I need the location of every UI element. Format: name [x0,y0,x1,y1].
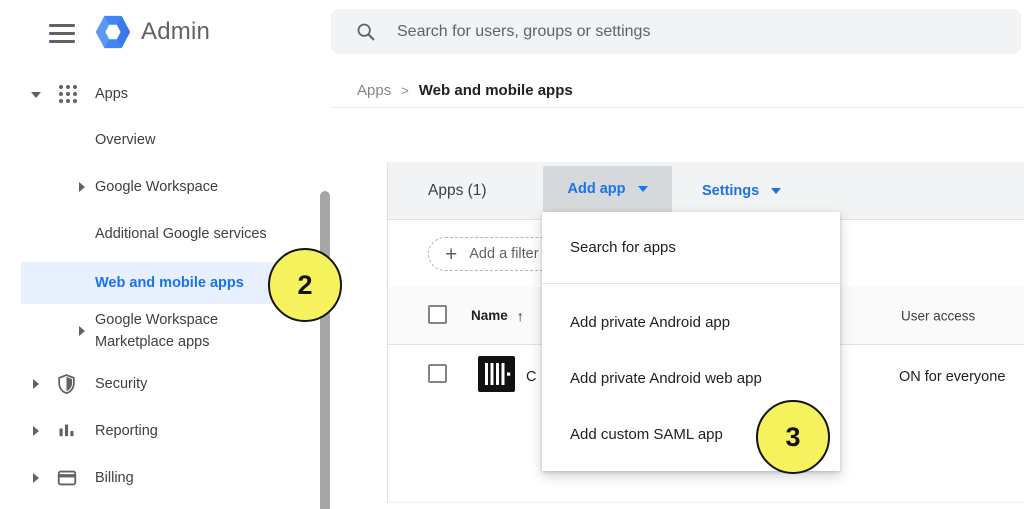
user-access-value: ON for everyone [899,369,1005,385]
sidebar-item-web-and-mobile-apps[interactable]: Web and mobile apps [21,262,285,304]
search-input[interactable] [397,23,957,41]
breadcrumb-current: Web and mobile apps [419,82,573,99]
apps-count-label: Apps (1) [428,182,487,200]
breadcrumb-separator: > [401,83,409,98]
sidebar-item-label: Web and mobile apps [95,275,244,291]
annotation-step-3: 3 [756,400,830,474]
menu-item-add-private-android-app[interactable]: Add private Android app [542,294,840,350]
sidebar-item-apps[interactable]: Apps [0,81,318,107]
chevron-right-icon[interactable] [79,326,85,336]
breadcrumb-apps-link[interactable]: Apps [357,82,391,99]
sidebar-item-label: Billing [95,470,134,486]
plus-icon: + [445,244,457,265]
app-name: C [526,369,536,385]
search-bar[interactable] [331,9,1021,54]
breadcrumb: Apps > Web and mobile apps [357,80,573,100]
bar-chart-icon [56,421,77,442]
sidebar-item-overview[interactable]: Overview [0,127,318,153]
chevron-right-icon[interactable] [33,426,39,436]
annotation-step-2: 2 [268,248,342,322]
sidebar-item-security[interactable]: Security [0,371,318,397]
breadcrumb-divider [331,107,1024,108]
sidebar-scrollbar[interactable] [320,191,330,509]
add-app-button-label: Add app [568,181,626,197]
add-app-button[interactable]: Add app [543,166,672,212]
sidebar-item-label: Additional Google services [95,226,267,242]
search-icon [355,21,376,42]
add-filter-label: Add a filter [469,246,538,262]
name-column-label: Name [471,308,508,323]
chevron-right-icon[interactable] [79,182,85,192]
admin-logo-text: Admin [141,18,210,46]
sidebar-item-label: Overview [95,132,155,148]
sidebar-item-reporting[interactable]: Reporting [0,418,318,444]
sidebar-item-additional-google-services[interactable]: Additional Google services [0,221,318,247]
sidebar-item-google-workspace[interactable]: Google Workspace [0,174,318,200]
sidebar-item-marketplace-apps[interactable]: Google Workspace Marketplace apps [0,308,318,354]
chevron-right-icon[interactable] [33,473,39,483]
column-header-name[interactable]: Name ↑ [471,308,524,324]
chevron-down-icon[interactable] [31,92,41,98]
app-logo-icon [478,356,515,392]
sidebar-item-label: Security [95,376,147,392]
sidebar-item-label: Google Workspace [95,179,218,195]
sidebar-item-label: Google Workspace Marketplace apps [95,309,287,353]
admin-logo-icon [94,13,132,51]
select-all-checkbox[interactable] [428,305,447,324]
chevron-right-icon[interactable] [33,379,39,389]
admin-logo: Admin [94,13,210,51]
shield-icon [56,373,77,395]
sidebar-item-label: Reporting [95,423,158,439]
apps-grid-icon [56,82,80,106]
credit-card-icon [56,467,78,489]
settings-button-label: Settings [702,183,759,199]
sort-ascending-icon[interactable]: ↑ [517,308,524,324]
column-header-user-access[interactable]: User access [901,308,975,323]
menu-item-add-private-android-web-app[interactable]: Add private Android web app [542,350,840,406]
menu-icon[interactable] [49,24,75,43]
menu-item-search-for-apps[interactable]: Search for apps [542,212,840,283]
chevron-down-icon [771,188,781,194]
sidebar-item-label: Apps [95,86,128,102]
sidebar-item-billing[interactable]: Billing [0,465,318,491]
chevron-down-icon [638,186,648,192]
row-checkbox[interactable] [428,364,447,383]
